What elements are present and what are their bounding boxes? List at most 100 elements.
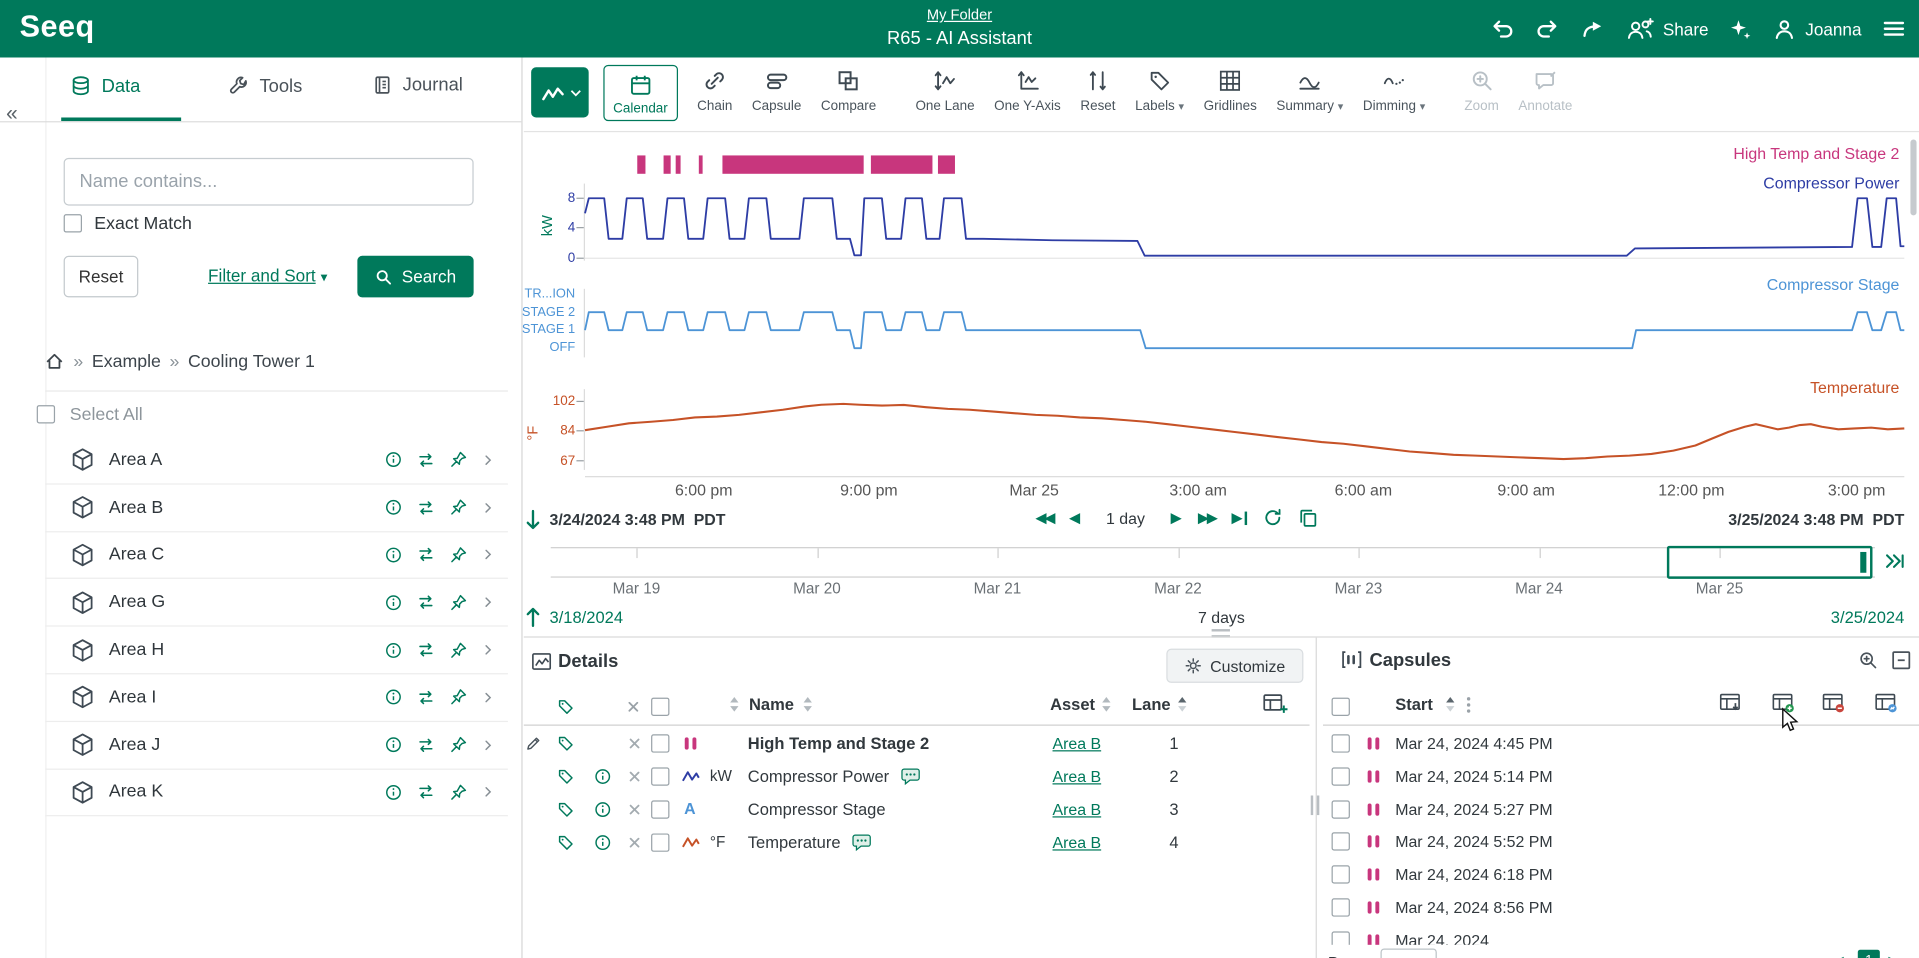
prev-page-button[interactable]: ◀ <box>1835 955 1844 958</box>
details-row[interactable]: A Compressor Stage Area B 3 <box>524 793 1310 826</box>
sort-asc-icon[interactable] <box>1445 696 1455 712</box>
page-size-select[interactable]: 1 ▾ <box>1381 948 1437 958</box>
series-label-high-temp[interactable]: High Temp and Stage 2 <box>1733 144 1899 162</box>
step-forward-button[interactable]: ▶ <box>1171 509 1182 526</box>
sort-icon[interactable] <box>803 696 813 712</box>
series-name[interactable]: Compressor Stage <box>748 800 886 818</box>
tree-item[interactable]: Area K <box>45 769 508 816</box>
pin-icon[interactable] <box>449 451 467 469</box>
info-icon[interactable] <box>594 800 612 818</box>
swap-icon[interactable] <box>416 450 436 470</box>
search-input[interactable] <box>64 158 474 206</box>
compare-button[interactable]: Compare <box>811 58 886 114</box>
comment-bubble-icon[interactable] <box>900 767 921 785</box>
series-label-compressor-power[interactable]: Compressor Power <box>1763 174 1899 192</box>
search-button[interactable]: Search <box>357 256 473 298</box>
one-lane-button[interactable]: One Lane <box>906 58 985 114</box>
remove-stat-column-icon[interactable] <box>1822 693 1845 714</box>
swap-icon[interactable] <box>416 735 436 755</box>
comment-bubble-icon[interactable] <box>852 833 873 851</box>
swap-icon[interactable] <box>416 593 436 613</box>
select-all-rows-checkbox[interactable] <box>651 698 669 716</box>
series-name[interactable]: High Temp and Stage 2 <box>748 734 929 752</box>
collapse-panel-icon[interactable] <box>1891 650 1912 671</box>
investigate-duration[interactable]: 7 days <box>1198 608 1245 626</box>
column-header-asset[interactable]: Asset <box>1050 695 1095 713</box>
reset-axes-button[interactable]: Reset <box>1071 58 1126 114</box>
chevron-right-icon[interactable] <box>481 548 496 563</box>
select-all-capsules-checkbox[interactable] <box>1332 698 1350 716</box>
exact-match-checkbox[interactable] <box>64 214 82 232</box>
range-duration[interactable]: 1 day <box>1106 509 1145 527</box>
row-checkbox[interactable] <box>1332 734 1350 752</box>
tab-data[interactable]: Data <box>70 75 141 97</box>
series-label-compressor-stage[interactable]: Compressor Stage <box>1767 275 1900 293</box>
refresh-button[interactable] <box>1264 508 1284 528</box>
zoom-to-capsule-icon[interactable] <box>1858 650 1879 671</box>
pin-icon[interactable] <box>449 546 467 564</box>
tree-item[interactable]: Area A <box>45 437 508 484</box>
tree-item[interactable]: Area C <box>45 532 508 579</box>
ai-assistant-button[interactable] <box>1728 17 1752 41</box>
pin-icon[interactable] <box>449 688 467 706</box>
info-icon[interactable] <box>384 641 402 659</box>
details-row[interactable]: kW Compressor Power Area B 2 <box>524 760 1310 793</box>
select-all-checkbox[interactable] <box>37 405 55 423</box>
row-checkbox[interactable] <box>651 833 669 851</box>
seeq-logo[interactable]: Seeq <box>20 10 95 45</box>
capsule-row[interactable]: Mar 24, 2024 5:14 PM <box>1323 760 1919 793</box>
investigate-range-start[interactable]: 3/18/2024 <box>550 608 624 626</box>
my-folder-link[interactable]: My Folder <box>927 6 992 23</box>
asset-link[interactable]: Area B <box>1053 800 1102 818</box>
capsule-row[interactable]: Mar 24, 2024 8:56 PM <box>1323 891 1919 924</box>
sort-icon[interactable] <box>1101 696 1111 712</box>
info-icon[interactable] <box>384 451 402 469</box>
current-page-badge[interactable]: 1 <box>1858 950 1880 958</box>
breadcrumb-cooling-tower-1[interactable]: Cooling Tower 1 <box>188 352 315 372</box>
capsule-row[interactable]: Mar 24, 2024 5:27 PM <box>1323 793 1919 826</box>
row-checkbox[interactable] <box>1332 898 1350 916</box>
copy-range-button[interactable] <box>1299 508 1319 528</box>
chart-scrollbar[interactable] <box>1910 140 1916 216</box>
sort-icon[interactable] <box>729 696 739 712</box>
series-name[interactable]: Temperature <box>748 833 841 851</box>
tree-item[interactable]: Area B <box>45 484 508 531</box>
display-range-end[interactable]: 3/25/2024 3:48 PM PDT <box>1728 510 1904 528</box>
tag-column-icon[interactable] <box>557 698 575 716</box>
user-menu-button[interactable]: Joanna <box>1772 17 1861 41</box>
asset-link[interactable]: Area B <box>1053 734 1102 752</box>
row-checkbox[interactable] <box>1332 865 1350 883</box>
pin-icon[interactable] <box>449 736 467 754</box>
details-row[interactable]: High Temp and Stage 2 Area B 1 <box>524 727 1310 760</box>
redo-button[interactable] <box>1534 16 1560 42</box>
pin-icon[interactable] <box>449 498 467 516</box>
investigate-range-end[interactable]: 3/25/2024 <box>1831 608 1905 626</box>
asset-link[interactable]: Area B <box>1053 833 1102 851</box>
timeline-step-end-icon[interactable] <box>1885 551 1906 572</box>
forward-button[interactable] <box>1580 16 1606 42</box>
sort-asc-icon[interactable] <box>1177 696 1187 712</box>
investigate-start-arrow-icon[interactable] <box>525 607 541 628</box>
row-checkbox[interactable] <box>1332 833 1350 851</box>
dimming-button[interactable]: Dimming ▾ <box>1353 58 1435 114</box>
panel-splitter-grip[interactable] <box>1311 796 1320 816</box>
tag-icon[interactable] <box>557 833 575 851</box>
info-icon[interactable] <box>384 783 402 801</box>
info-icon[interactable] <box>384 546 402 564</box>
remove-icon[interactable] <box>627 736 643 752</box>
customize-button[interactable]: Customize <box>1166 649 1303 683</box>
chevron-right-icon[interactable] <box>481 738 496 753</box>
home-icon[interactable] <box>44 351 65 372</box>
chevron-right-icon[interactable] <box>481 500 496 515</box>
swap-icon[interactable] <box>416 688 436 708</box>
column-header-start[interactable]: Start <box>1395 695 1433 713</box>
tag-icon[interactable] <box>557 800 575 818</box>
undo-button[interactable] <box>1489 16 1515 42</box>
breadcrumb-example[interactable]: Example <box>92 352 161 372</box>
asset-link[interactable]: Area B <box>1053 767 1102 785</box>
capsule-row[interactable]: Mar 24, 2024 5:52 PM <box>1323 825 1919 858</box>
remove-icon[interactable] <box>627 769 643 785</box>
step-forward-fast-button[interactable]: ▶▶ <box>1198 509 1216 526</box>
selector-drag-handle[interactable] <box>1860 552 1866 573</box>
series-name[interactable]: Compressor Power <box>748 767 889 785</box>
